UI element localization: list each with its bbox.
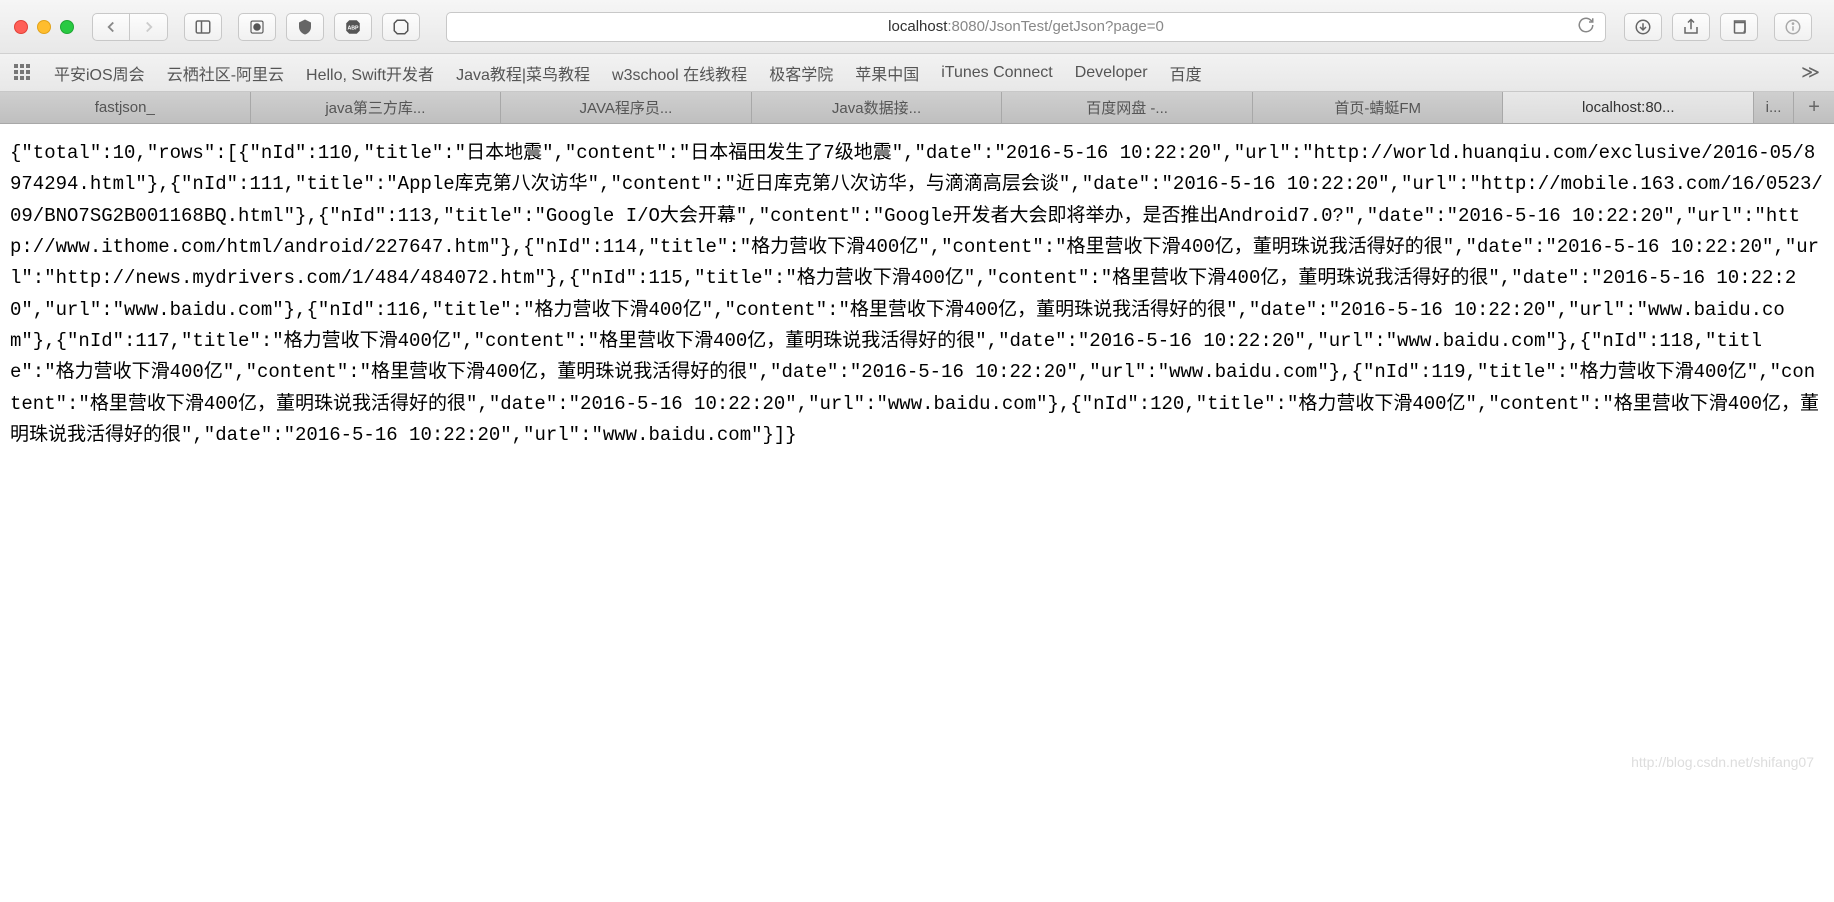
bookmark-item[interactable]: w3school 在线教程 bbox=[612, 61, 747, 85]
nav-buttons bbox=[92, 13, 168, 41]
share-button[interactable] bbox=[1672, 13, 1710, 41]
forward-button[interactable] bbox=[130, 13, 168, 41]
browser-tab[interactable]: java第三方库... bbox=[251, 92, 502, 123]
record-icon bbox=[248, 18, 266, 36]
minimize-window-button[interactable] bbox=[37, 20, 51, 34]
browser-tab[interactable]: fastjson_ bbox=[0, 92, 251, 123]
back-button[interactable] bbox=[92, 13, 130, 41]
extension-button-1[interactable] bbox=[238, 13, 276, 41]
close-window-button[interactable] bbox=[14, 20, 28, 34]
browser-tab[interactable]: 百度网盘 -... bbox=[1002, 92, 1253, 123]
bookmark-item[interactable]: 极客学院 bbox=[769, 61, 833, 85]
chevron-left-icon bbox=[102, 18, 120, 36]
downloads-button[interactable] bbox=[1624, 13, 1662, 41]
info-icon bbox=[1784, 18, 1802, 36]
apps-grid-icon[interactable] bbox=[14, 64, 32, 82]
titlebar: ABP localhost:8080/JsonTest/getJson?page… bbox=[0, 0, 1834, 54]
download-icon bbox=[1634, 18, 1652, 36]
maximize-window-button[interactable] bbox=[60, 20, 74, 34]
extension-button-abp[interactable]: ABP bbox=[334, 13, 372, 41]
json-response-body: {"total":10,"rows":[{"nId":110,"title":"… bbox=[0, 124, 1834, 465]
browser-tab-active[interactable]: localhost:80... bbox=[1503, 92, 1754, 123]
watermark-text: http://blog.csdn.net/shifang07 bbox=[1631, 754, 1814, 770]
extension-button-4[interactable] bbox=[382, 13, 420, 41]
stop-icon bbox=[392, 18, 410, 36]
address-bar[interactable]: localhost:8080/JsonTest/getJson?page=0 bbox=[446, 12, 1606, 42]
chevron-right-icon bbox=[140, 18, 158, 36]
browser-tab[interactable]: 首页-蜻蜓FM bbox=[1253, 92, 1504, 123]
sidebar-toggle-button[interactable] bbox=[184, 13, 222, 41]
sidebar-icon bbox=[194, 18, 212, 36]
bookmark-item[interactable]: 云栖社区-阿里云 bbox=[167, 61, 284, 85]
extension-button-2[interactable] bbox=[286, 13, 324, 41]
bookmark-item[interactable]: Java教程|菜鸟教程 bbox=[456, 61, 590, 85]
browser-tab[interactable]: i... bbox=[1754, 92, 1794, 123]
bookmarks-bar: 平安iOS周会 云栖社区-阿里云 Hello, Swift开发者 Java教程|… bbox=[0, 54, 1834, 92]
tabs-bar: fastjson_ java第三方库... JAVA程序员... Java数据接… bbox=[0, 92, 1834, 124]
bookmark-item[interactable]: 百度 bbox=[1170, 61, 1202, 85]
reload-button[interactable] bbox=[1577, 16, 1595, 38]
info-button[interactable] bbox=[1774, 13, 1812, 41]
browser-tab[interactable]: JAVA程序员... bbox=[501, 92, 752, 123]
bookmarks-overflow-icon[interactable]: ≫ bbox=[1801, 62, 1820, 83]
abp-icon: ABP bbox=[344, 18, 362, 36]
bookmark-item[interactable]: 平安iOS周会 bbox=[54, 61, 145, 85]
traffic-lights bbox=[14, 20, 74, 34]
share-icon bbox=[1682, 18, 1700, 36]
bookmark-item[interactable]: iTunes Connect bbox=[941, 64, 1052, 82]
bookmark-item[interactable]: 苹果中国 bbox=[855, 61, 919, 85]
reload-icon bbox=[1577, 16, 1595, 34]
browser-tab[interactable]: Java数据接... bbox=[752, 92, 1003, 123]
new-tab-button[interactable]: + bbox=[1794, 92, 1834, 123]
bookmark-item[interactable]: Developer bbox=[1075, 64, 1148, 82]
tabs-overview-button[interactable] bbox=[1720, 13, 1758, 41]
bookmark-item[interactable]: Hello, Swift开发者 bbox=[306, 61, 434, 85]
tabs-icon bbox=[1730, 18, 1748, 36]
url-text: localhost:8080/JsonTest/getJson?page=0 bbox=[888, 18, 1164, 35]
shield-icon bbox=[296, 18, 314, 36]
svg-text:ABP: ABP bbox=[347, 25, 359, 31]
